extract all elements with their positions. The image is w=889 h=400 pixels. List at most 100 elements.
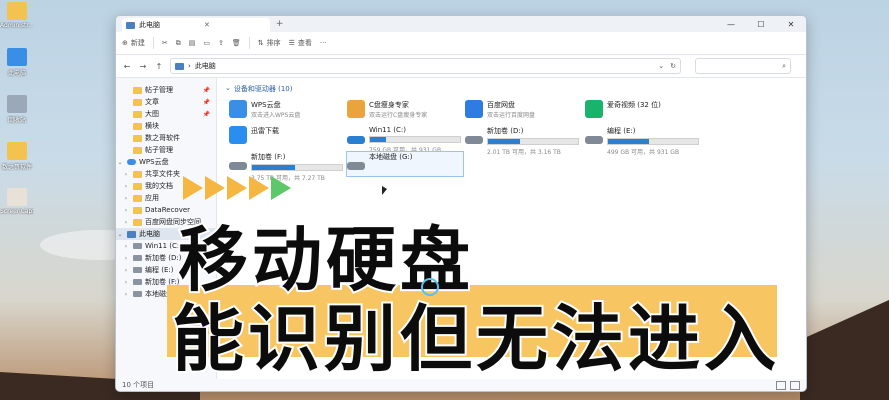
divider [248,37,250,49]
drive-tile[interactable]: Win11 (C:) 759 GB 可用，共 931 GB [347,126,463,154]
cut-icon[interactable]: ✂ [162,39,168,47]
folder-icon [133,146,142,154]
hard-drive-icon [465,136,483,144]
desktop-icon[interactable]: ScreenCapt... 05_35.mp4 [0,188,34,215]
drive-tile[interactable]: 迅雷下载 [229,126,345,150]
sidebar-item[interactable]: 大图 📌 [116,108,216,120]
paste-icon[interactable]: ▤ [189,39,196,47]
search-input[interactable]: ⌕ [695,58,791,74]
share-icon[interactable]: ⇪ [218,39,224,47]
drive-tile[interactable]: 爱奇视频 (32 位) [585,100,701,124]
new-button[interactable]: ⊕ 新建 [122,38,145,48]
storage-usage-bar [607,138,699,145]
drive-tile[interactable]: 编程 (E:) 499 GB 可用，共 931 GB [585,126,701,156]
up-arrow-icon[interactable]: ↑ [154,62,164,71]
sidebar-item[interactable]: 横块 [116,120,216,132]
storage-usage-bar [369,136,461,143]
drive-tile[interactable]: 百度网盘 双击运行百度网盘 [465,100,581,124]
tab-this-pc[interactable]: 此电脑 ✕ [122,18,270,32]
chevron-icon[interactable]: ⌄ [116,231,124,238]
sidebar-item[interactable]: 帖子管理 [116,144,216,156]
desktop-icon[interactable]: 此电脑 [0,48,34,77]
tile-name: WPS云盘 [251,101,281,109]
tile-subtitle: 双击运行百度网盘 [487,112,536,119]
sidebar-item-label: WPS云盘 [139,158,169,166]
new-tab-button[interactable]: + [276,19,284,29]
computer-icon [175,62,184,70]
tile-name: 编程 (E:) [607,127,636,135]
sidebar-item[interactable]: 数之哥软件 [116,132,216,144]
copy-icon[interactable]: ⧉ [176,39,181,48]
chevron-icon[interactable]: ⌄ [116,159,124,166]
sidebar-item-label: 共享文件夹 [145,170,180,178]
desktop-icon-glyph-icon [7,142,27,160]
drive-tile[interactable]: 本地磁盘 (G:) [346,151,464,177]
storage-usage-fill [370,137,387,142]
command-bar: ⊕ 新建 ✂ ⧉ ▤ ▭ ⇪ 🗑 ⇅ 排序 ☰ 查看 ··· [116,32,806,55]
sidebar-item[interactable]: 文章 📌 [116,96,216,108]
item-count: 10 个项目 [122,381,155,389]
sidebar-item[interactable]: 帖子管理 📌 [116,84,216,96]
sidebar-item[interactable]: ⌄ WPS云盘 [116,156,216,168]
app-icon [229,126,247,144]
sidebar-item-label: 数之哥软件 [145,134,180,142]
sidebar-item-label: Win11 (C:) [145,242,182,250]
address-bar[interactable]: › 此电脑 ⌄ ↻ [170,58,681,74]
maximize-button[interactable]: ☐ [746,20,776,29]
chevron-icon[interactable]: › [122,291,130,298]
drive-tile[interactable]: C盘瘦身专家 双击运行C盘瘦身专家 [347,100,463,124]
minimize-button[interactable]: — [716,20,746,29]
view-button[interactable]: ☰ 查看 [289,38,312,48]
desktop-icon[interactable]: 数之哥软件 [0,142,34,171]
folder-icon [133,170,142,178]
desktop-icon[interactable]: Administr... [0,2,34,29]
chevron-down-icon[interactable]: ⌄ [658,62,664,70]
hard-drive-icon [347,162,365,170]
address-bar-row: ← → ↑ › 此电脑 ⌄ ↻ ⌕ [116,55,806,78]
chevron-icon[interactable]: › [122,183,130,190]
chevron-icon[interactable]: › [122,243,130,250]
chevron-icon[interactable]: › [122,195,130,202]
view-label: 查看 [297,39,312,47]
chevron-icon[interactable]: › [122,255,130,262]
chevron-icon[interactable]: › [122,219,130,226]
sidebar-item-label: 编程 (E:) [145,266,174,274]
drive-tile[interactable]: WPS云盘 双击进入WPS云盘 [229,100,345,124]
refresh-icon[interactable]: ↻ [670,62,676,70]
hard-drive-icon [585,136,603,144]
desktop-icon[interactable]: 回收站 [0,95,34,124]
folder-icon [133,182,142,190]
tile-name: 新加卷 (F:) [251,153,286,161]
drive-tile[interactable]: 新加卷 (F:) 3.75 TB 可用，共 7.27 TB [229,152,345,182]
sidebar-item-label: 横块 [145,122,159,130]
title-bar: 此电脑 ✕ + — ☐ ✕ [116,16,806,32]
forward-arrow-icon[interactable]: → [138,62,148,71]
drive-tile[interactable]: 新加卷 (D:) 2.01 TB 可用，共 3.16 TB [465,126,581,156]
tab-title: 此电脑 [139,21,160,29]
sort-button[interactable]: ⇅ 排序 [258,38,281,48]
section-header[interactable]: ⌄ 设备和驱动器 (10) [225,84,292,94]
sidebar-item-label: 应用 [145,194,159,202]
chevron-icon[interactable]: › [122,171,130,178]
folder-icon [133,206,142,214]
desktop-icon-label: 数之哥软件 [1,164,32,171]
back-arrow-icon[interactable]: ← [122,62,132,71]
arrow-icon [271,176,291,200]
close-button[interactable]: ✕ [776,20,806,29]
mouse-cursor-icon [382,186,387,195]
more-button[interactable]: ··· [320,39,327,47]
chevron-icon[interactable]: › [122,267,130,274]
delete-icon[interactable]: 🗑 [232,39,241,47]
breadcrumb[interactable]: 此电脑 [195,61,216,71]
app-icon [229,100,247,118]
tiles-view-icon[interactable] [790,380,800,390]
storage-usage-bar [487,138,579,145]
chevron-down-icon: ⌄ [225,84,231,92]
chevron-icon[interactable]: › [122,207,130,214]
chevron-icon[interactable]: › [122,279,130,286]
close-tab-icon[interactable]: ✕ [204,21,210,29]
tile-name: 迅雷下载 [251,127,279,135]
folder-icon [133,110,142,118]
arrow-icon [205,176,225,200]
rename-icon[interactable]: ▭ [203,39,210,47]
